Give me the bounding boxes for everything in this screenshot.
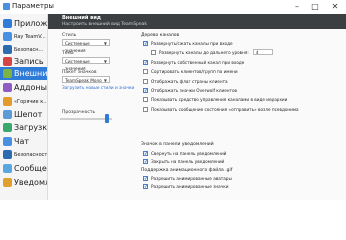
checkbox[interactable] <box>143 78 148 84</box>
settings-panel: Внешний вид Настроить внешний вид TeamSp… <box>48 14 346 200</box>
checkbox-label: Сортировать клиентов/групп по имени <box>151 69 238 75</box>
checkbox[interactable]: ✓ <box>143 176 148 182</box>
icon-pack-label: Пакет значков <box>62 70 97 75</box>
sidebar-item[interactable]: «Горячие к... <box>0 95 47 108</box>
icon-pack-select[interactable]: TeamSpeak Mono ▼ <box>62 76 110 83</box>
chevron-down-icon: ▼ <box>103 41 107 46</box>
messages-icon <box>3 164 12 173</box>
checkbox[interactable]: ✓ <box>143 159 148 165</box>
app-icon <box>3 19 12 28</box>
sidebar-item[interactable]: Чат <box>0 135 47 148</box>
maximize-button[interactable]: □ <box>308 1 322 12</box>
sidebar-item-label: Безопасн... <box>14 47 44 53</box>
window-title: Параметры <box>12 2 54 10</box>
theme-select[interactable]: Системные значения ▼ <box>62 57 110 71</box>
sidebar-item-label: Безопасность <box>14 152 47 158</box>
hotkeys-icon <box>3 97 12 106</box>
sidebar-item[interactable]: Шепот <box>0 108 47 121</box>
checkbox-label: Разрешить анимированные аватары <box>151 176 232 181</box>
notify-group-title: Значок в панели уведомлений <box>141 142 214 147</box>
checkbox-label: Развернуть/сжать каналы при входе <box>151 41 233 46</box>
sidebar-item[interactable]: Внешний вид <box>0 67 47 80</box>
transparency-label: Прозрачность <box>62 110 96 115</box>
sidebar-item-label: Чат <box>14 137 30 146</box>
shield-icon <box>3 45 12 54</box>
chat-icon <box>3 137 12 146</box>
checkbox-label: Показывать сообщение состояния «отправит… <box>151 106 299 112</box>
sidebar-item[interactable]: Безопасность <box>0 148 47 161</box>
checkbox-label: Развернуть каналы до дальнего уровня: <box>159 50 249 56</box>
chevron-down-icon: ▼ <box>103 59 107 64</box>
panel-header: Внешний вид Настроить внешний вид TeamSp… <box>48 14 346 29</box>
checkbox[interactable]: ✓ <box>143 184 148 190</box>
checkbox[interactable] <box>143 69 148 75</box>
appearance-icon <box>3 69 12 78</box>
sidebar-item-label: Ray TeamV... <box>14 34 46 40</box>
more-icons-link[interactable]: Загрузить новые стили и значки <box>62 85 134 90</box>
theme-label: Тема <box>62 51 74 56</box>
sidebar-item-label: «Горячие к... <box>14 99 47 105</box>
sidebar-item[interactable]: Ray TeamV... <box>0 30 47 43</box>
checkbox-label: Разрешить анимированные значки <box>151 184 229 189</box>
sidebar-item[interactable]: Сообщения <box>0 162 47 175</box>
sidebar-item[interactable]: Уведомления <box>0 176 47 189</box>
checkbox-label: Отображать значки Overwolf клиентов <box>151 88 238 93</box>
style-label: Стиль <box>62 33 77 38</box>
settings-sidebar: Приложение Ray TeamV... Безопасн... Запись В… <box>0 14 48 200</box>
checkbox-label: Свернуть на панель уведомлений <box>151 151 227 156</box>
checkbox[interactable] <box>143 106 148 112</box>
notifications-icon <box>3 178 12 187</box>
sidebar-item-label: Сообщения <box>14 164 47 173</box>
sidebar-item-label: Аддоны <box>14 83 47 92</box>
downloads-icon <box>3 123 12 132</box>
whisper-icon <box>3 110 12 119</box>
record-icon <box>3 57 12 66</box>
sidebar-item[interactable]: Аддоны <box>0 81 47 94</box>
panel-subtitle: Настроить внешний вид TeamSpeak <box>62 22 148 27</box>
app-icon <box>3 3 10 10</box>
sidebar-item-label: Приложение <box>14 19 47 28</box>
close-button[interactable]: ✕ <box>328 1 342 12</box>
checkbox-label: Закрыть на панель уведомлений <box>151 159 225 164</box>
sidebar-item-label: Загрузки <box>14 123 47 132</box>
checkbox[interactable]: ✓ <box>143 151 148 157</box>
sidebar-item-label: Шепот <box>14 110 43 119</box>
checkbox-label: Отображать флаг страны клиента <box>151 78 228 84</box>
chevron-down-icon: ▼ <box>103 78 107 83</box>
sidebar-item[interactable]: Загрузки <box>0 121 47 134</box>
tree-group-title: Дерево каналов <box>141 33 180 38</box>
checkbox-label: Показывать средство управления каналами … <box>151 97 288 103</box>
checkbox-label: Развернуть собственный канал при входе <box>151 59 245 65</box>
sidebar-item-label: Уведомления <box>14 178 47 187</box>
security-icon <box>3 150 12 159</box>
transparency-slider-thumb[interactable] <box>104 114 109 123</box>
icon-pack-select-value: TeamSpeak Mono <box>65 78 102 83</box>
title-bar: Параметры – □ ✕ <box>0 0 346 14</box>
minimize-button[interactable]: – <box>290 1 304 12</box>
checkbox[interactable]: ✓ <box>143 41 148 47</box>
teamviewer-icon <box>3 32 12 41</box>
addons-icon <box>3 83 12 92</box>
depth-number-field[interactable]: 4 <box>253 49 273 56</box>
style-select[interactable]: Системные значения ▼ <box>62 39 110 53</box>
sidebar-item[interactable]: Приложение <box>0 17 47 30</box>
sidebar-item-label: Внешний вид <box>14 69 47 78</box>
sidebar-item-label: Запись <box>14 57 44 66</box>
panel-title: Внешний вид <box>62 15 101 21</box>
checkbox[interactable] <box>143 97 148 103</box>
checkbox[interactable]: ✓ <box>143 88 148 94</box>
checkbox[interactable]: ✓ <box>143 59 148 65</box>
gif-group-title: Поддержка анимационного файла .gif <box>141 168 233 173</box>
checkbox[interactable] <box>151 50 156 56</box>
